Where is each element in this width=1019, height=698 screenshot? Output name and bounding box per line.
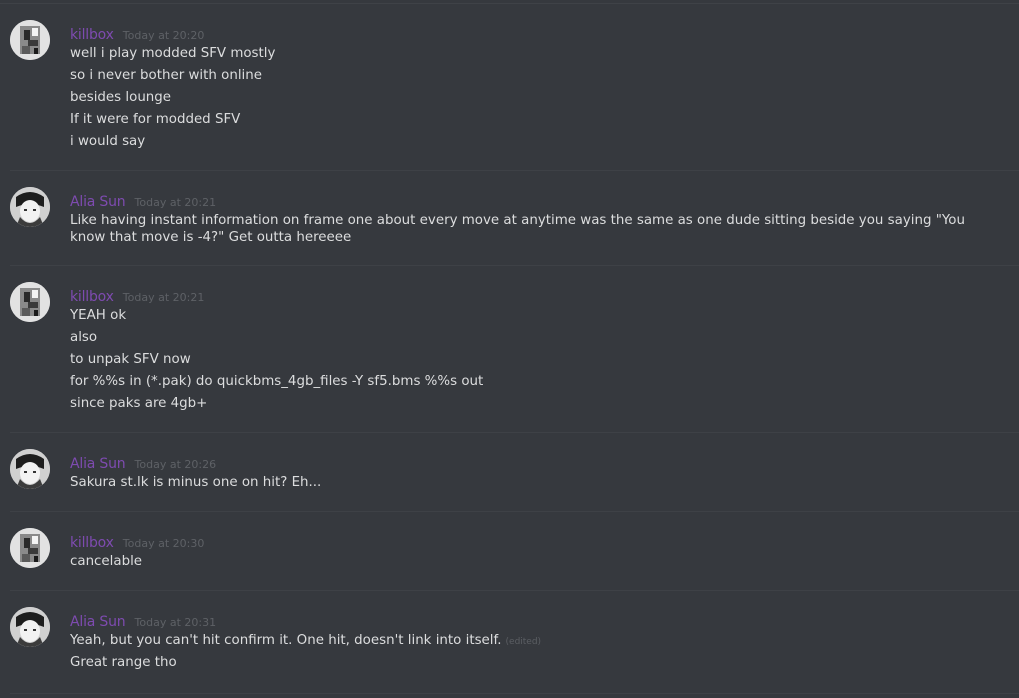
chat-messages: killbox Today at 20:20 well i play modde… (0, 0, 1019, 698)
avatar[interactable] (10, 187, 50, 227)
killbox-avatar (10, 282, 50, 322)
message-line: cancelable (70, 554, 143, 569)
message-line: for %%s in (*.pak) do quickbms_4gb_files… (70, 374, 484, 389)
killbox-avatar (10, 528, 50, 568)
killbox-avatar (10, 20, 50, 60)
message-line: Yeah, but you can't hit confirm it. One … (70, 632, 970, 651)
avatar[interactable] (10, 607, 50, 647)
message-divider (10, 693, 1019, 694)
avatar[interactable] (10, 282, 50, 322)
username[interactable]: killbox (70, 535, 114, 551)
message-header: killbox Today at 20:21 (70, 286, 205, 305)
message-header: killbox Today at 20:20 (70, 24, 205, 43)
message-line: i would say (70, 134, 146, 149)
timestamp: Today at 20:21 (134, 196, 217, 209)
timestamp: Today at 20:30 (122, 537, 205, 550)
timestamp: Today at 20:20 (122, 29, 205, 42)
message-line: also (70, 330, 98, 345)
message-line: well i play modded SFV mostly (70, 46, 276, 61)
timestamp: Today at 20:31 (134, 616, 217, 629)
timestamp: Today at 20:26 (134, 458, 217, 471)
message-line: since paks are 4gb+ (70, 396, 208, 411)
message-header: Alia Sun Today at 20:26 (70, 453, 217, 472)
message-line: Like having instant information on frame… (70, 213, 965, 245)
avatar[interactable] (10, 20, 50, 60)
message-group: Alia Sun Today at 20:26 Sakura st.lk is … (0, 433, 1019, 512)
message-group: Alia Sun Today at 20:31 Yeah, but you ca… (0, 591, 1019, 694)
message-line: to unpak SFV now (70, 352, 191, 367)
timestamp: Today at 20:21 (122, 291, 205, 304)
alia-sun-avatar (10, 449, 50, 489)
message-line: so i never bother with online (70, 68, 262, 83)
message-line: Sakura st.lk is minus one on hit? Eh... (70, 475, 322, 490)
message-line: Great range tho (70, 655, 177, 670)
username[interactable]: killbox (70, 27, 114, 43)
message-header: Alia Sun Today at 20:31 (70, 611, 217, 630)
avatar[interactable] (10, 528, 50, 568)
message-header: killbox Today at 20:30 (70, 532, 205, 551)
message-line: YEAH ok (70, 308, 127, 323)
username[interactable]: Alia Sun (70, 194, 126, 210)
message-text: Yeah, but you can't hit confirm it. One … (70, 633, 502, 648)
username[interactable]: Alia Sun (70, 456, 126, 472)
edited-label: (edited) (505, 637, 542, 647)
message-line: If it were for modded SFV (70, 112, 241, 127)
username[interactable]: Alia Sun (70, 614, 126, 630)
message-group: killbox Today at 20:20 well i play modde… (0, 4, 1019, 171)
message-group: killbox Today at 20:21 YEAH ok also to u… (0, 266, 1019, 433)
alia-sun-avatar (10, 187, 50, 227)
message-header: Alia Sun Today at 20:21 (70, 191, 217, 210)
username[interactable]: killbox (70, 289, 114, 305)
alia-sun-avatar (10, 607, 50, 647)
avatar[interactable] (10, 449, 50, 489)
message-group: killbox Today at 20:30 cancelable (0, 512, 1019, 591)
message-line: besides lounge (70, 90, 172, 105)
message-group: Alia Sun Today at 20:21 Like having inst… (0, 171, 1019, 266)
